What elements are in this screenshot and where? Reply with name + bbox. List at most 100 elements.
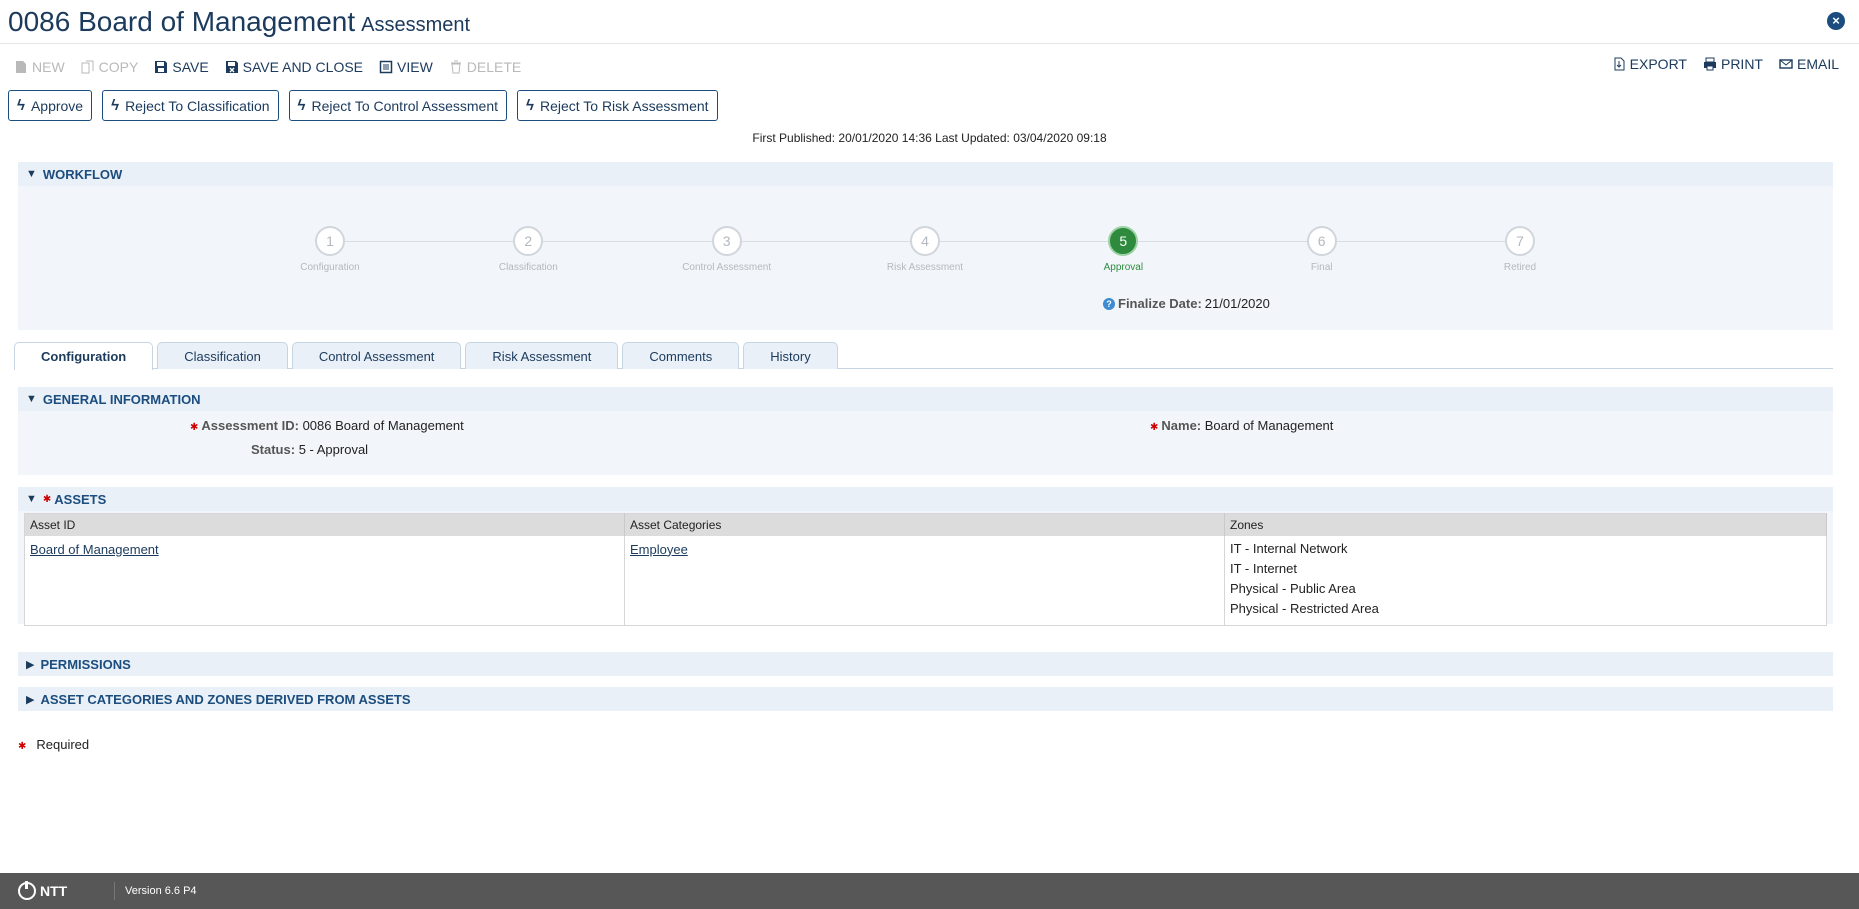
required-note: ✱ Required: [18, 737, 89, 752]
assessment-id-field: ✱ Assessment ID: 0086 Board of Management: [190, 418, 464, 433]
trash-icon: [450, 60, 461, 74]
required-note-text: Required: [36, 737, 90, 752]
step-label: Control Assessment: [682, 262, 772, 273]
derived-section: ▶ ASSET CATEGORIES AND ZONES DERIVED FRO…: [18, 687, 1833, 711]
view-button[interactable]: VIEW: [379, 59, 433, 75]
permissions-heading: PERMISSIONS: [40, 656, 131, 672]
required-icon: ✱: [42, 493, 52, 505]
new-button[interactable]: NEW: [14, 59, 65, 75]
page-title: 0086 Board of Management Assessment: [8, 6, 470, 38]
copy-button-label: COPY: [98, 59, 139, 75]
approve-button[interactable]: ϟ Approve: [8, 90, 93, 121]
column-asset-categories[interactable]: Asset Categories: [624, 513, 1225, 536]
tab-risk-assessment[interactable]: Risk Assessment: [465, 342, 619, 369]
finalize-date: ? Finalize Date: 21/01/2020: [1103, 296, 1270, 311]
name-field: ✱ Name: Board of Management: [1150, 418, 1333, 433]
view-icon: [379, 60, 393, 74]
step-number: 4: [910, 226, 940, 256]
status-value: 5 - Approval: [298, 442, 369, 457]
tab-comments[interactable]: Comments: [622, 342, 740, 369]
print-icon: [1703, 57, 1716, 71]
finalize-date-value: 21/01/2020: [1204, 296, 1270, 311]
new-button-label: NEW: [32, 59, 65, 75]
reject-to-risk-assessment-label: Reject To Risk Assessment: [539, 97, 709, 114]
step-number: 7: [1505, 226, 1535, 256]
save-button[interactable]: SAVE: [154, 59, 209, 75]
view-button-label: VIEW: [397, 59, 433, 75]
reject-to-risk-assessment-button[interactable]: ϟ Reject To Risk Assessment: [517, 90, 718, 121]
derived-header[interactable]: ▶ ASSET CATEGORIES AND ZONES DERIVED FRO…: [18, 687, 1833, 711]
finalize-date-label: Finalize Date:: [1118, 296, 1202, 311]
zones-cell: IT - Internal Network IT - Internet Phys…: [1224, 535, 1827, 625]
tab-classification[interactable]: Classification: [157, 342, 288, 369]
page-subtitle: Assessment: [361, 14, 471, 36]
workflow-step: 2 Classification: [458, 226, 598, 273]
reject-to-classification-button[interactable]: ϟ Reject To Classification: [102, 90, 279, 121]
page-title-text: 0086 Board of Management: [8, 6, 356, 37]
column-zones[interactable]: Zones: [1224, 513, 1827, 536]
workflow-step: 5 Approval: [1053, 226, 1193, 273]
copy-button[interactable]: COPY: [81, 59, 139, 75]
copy-icon: [81, 60, 94, 74]
published-info: First Published: 20/01/2020 14:36 Last U…: [752, 131, 1107, 145]
save-and-close-button[interactable]: SAVE AND CLOSE: [225, 59, 363, 75]
help-icon[interactable]: ?: [1103, 297, 1115, 310]
reject-to-control-assessment-button[interactable]: ϟ Reject To Control Assessment: [288, 90, 507, 121]
delete-button[interactable]: DELETE: [449, 59, 521, 75]
step-number: 2: [513, 226, 544, 256]
approve-button-label: Approve: [30, 97, 84, 114]
general-information-section: ▼ GENERAL INFORMATION ✱ Assessment ID: 00…: [18, 387, 1833, 475]
close-icon[interactable]: ×: [1827, 12, 1845, 30]
step-label: Classification: [498, 262, 558, 273]
step-label: Configuration: [300, 262, 360, 273]
triangle-down-icon: ▼: [26, 393, 37, 405]
general-information-header[interactable]: ▼ GENERAL INFORMATION: [18, 387, 1833, 411]
version-text: Version 6.6 P4: [114, 882, 197, 900]
asset-id-cell: Board of Management: [24, 535, 625, 625]
lightning-icon: ϟ: [17, 97, 25, 114]
permissions-section: ▶ PERMISSIONS: [18, 652, 1833, 676]
workflow-steps: 1 Configuration 2 Classification 3 Control As…: [18, 162, 1833, 330]
tab-configuration[interactable]: Configuration: [14, 342, 154, 370]
zone-item: IT - Internal Network: [1230, 540, 1348, 556]
column-asset-id[interactable]: Asset ID: [24, 513, 625, 536]
triangle-down-icon: ▼: [26, 493, 37, 505]
triangle-right-icon: ▶: [26, 658, 35, 671]
save-close-icon: [225, 61, 238, 73]
assessment-id-value: 0086 Board of Management: [302, 418, 464, 433]
step-number: 3: [711, 226, 742, 256]
workflow-step: 4 Risk Assessment: [855, 226, 995, 273]
print-button[interactable]: PRINT: [1703, 56, 1763, 72]
asset-id-link[interactable]: Board of Management: [30, 542, 159, 557]
workflow-section: ▼ WORKFLOW 1 Configuration 2 Classification…: [18, 162, 1833, 330]
save-button-label: SAVE: [172, 59, 209, 75]
tab-history[interactable]: History: [743, 342, 838, 369]
reject-to-classification-label: Reject To Classification: [125, 97, 270, 114]
permissions-header[interactable]: ▶ PERMISSIONS: [18, 652, 1833, 676]
save-icon: [155, 61, 168, 73]
table-header-row: Asset ID Asset Categories Zones: [24, 513, 1827, 536]
workflow-step: 7 Retired: [1450, 226, 1590, 273]
step-label: Risk Assessment: [886, 262, 964, 273]
lightning-icon: ϟ: [297, 97, 306, 114]
assessment-page: 0086 Board of Management Assessment × NEW…: [0, 0, 1859, 909]
export-button[interactable]: EXPORT: [1612, 56, 1687, 72]
name-value: Board of Management: [1204, 418, 1334, 433]
export-icon: [1614, 57, 1625, 71]
tab-control-assessment[interactable]: Control Assessment: [291, 342, 462, 369]
required-icon: ✱: [1150, 422, 1159, 433]
toolbar: NEW COPY SAVE SAVE AND CLOSE VIEW DELETE: [14, 56, 521, 78]
asset-category-link[interactable]: Employee: [630, 542, 688, 557]
table-row: Board of Management Employee IT - Intern…: [24, 535, 1827, 625]
page-header: 0086 Board of Management Assessment ×: [0, 0, 1859, 44]
status-field: Status: 5 - Approval: [251, 442, 368, 457]
assets-header[interactable]: ▼ ✱ ASSETS: [18, 487, 1833, 511]
ntt-logo: NTT: [18, 881, 114, 900]
zone-item: IT - Internet: [1230, 560, 1297, 576]
lightning-icon: ϟ: [526, 97, 534, 114]
step-label: Approval: [1103, 262, 1144, 273]
email-button[interactable]: EMAIL: [1779, 56, 1839, 72]
toolbar-right: EXPORT PRINT EMAIL: [1612, 56, 1839, 72]
status-label: Status:: [251, 442, 296, 457]
tab-bar: Configuration Classification Control Ass…: [14, 342, 1833, 370]
